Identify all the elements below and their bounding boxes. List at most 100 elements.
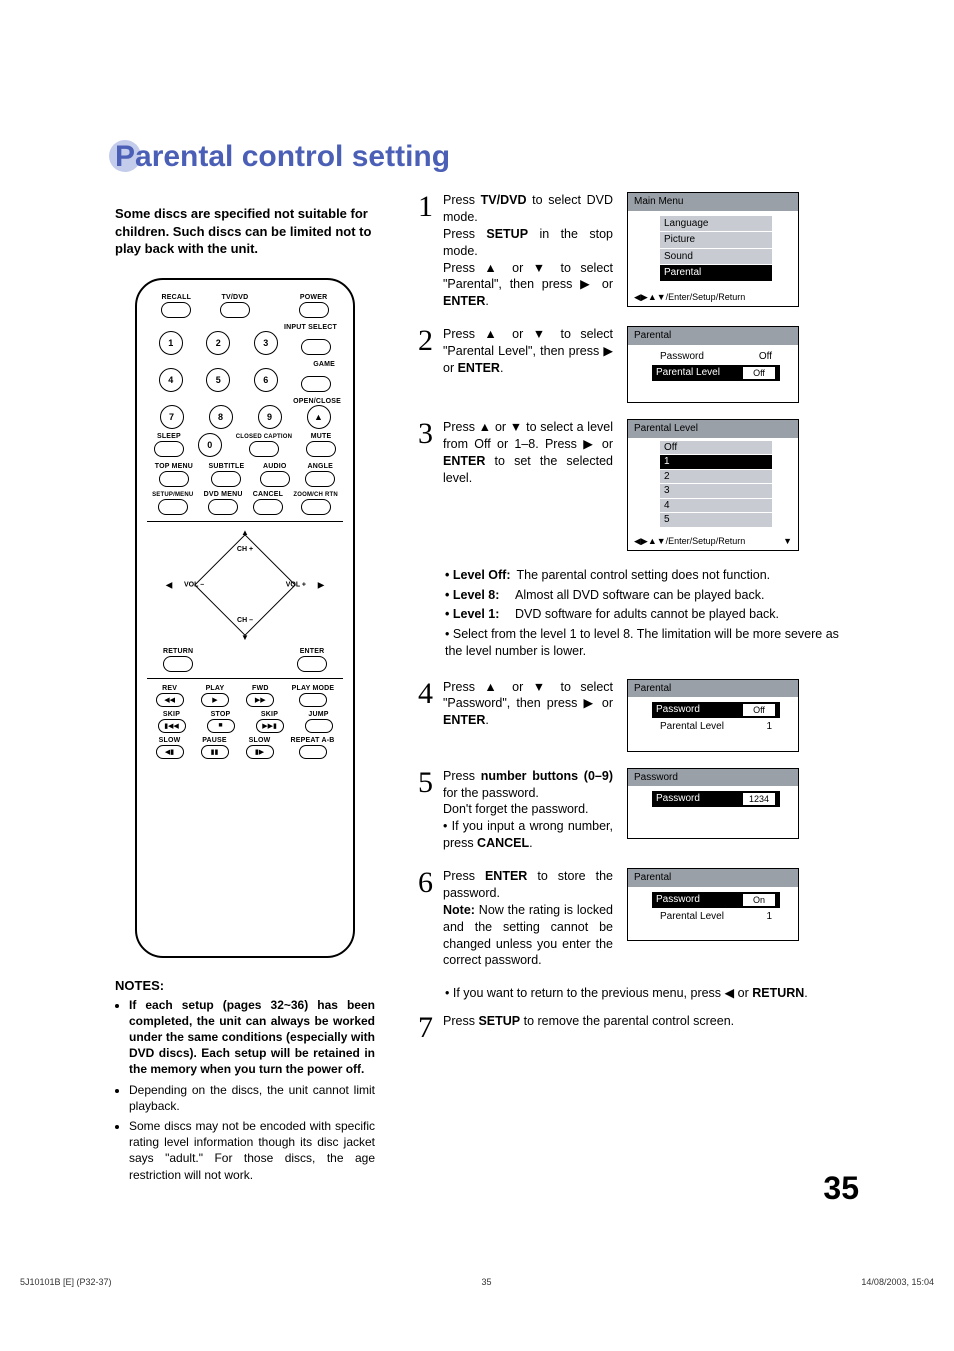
setupmenu-label: SETUP/MENU <box>152 492 193 498</box>
pause-label: PAUSE <box>202 737 227 744</box>
level-explanation: • Level Off:The parental control setting… <box>445 567 859 661</box>
osd-level-3: 3 <box>660 484 772 498</box>
step-number: 2 <box>411 326 433 403</box>
notes-section: NOTES: If each setup (pages 32~36) has b… <box>115 978 375 1183</box>
num-2-button: 2 <box>206 331 230 355</box>
playmode-button <box>299 693 327 707</box>
page-title: Parental control setting <box>115 140 859 174</box>
cancel-button <box>253 499 283 515</box>
jump-label: JUMP <box>308 711 328 718</box>
step-5-text: Press number buttons (0–9) for the passw… <box>443 768 613 852</box>
manual-page: Parental control setting Some discs are … <box>0 0 954 1247</box>
skipb-label: SKIP <box>163 711 180 718</box>
osd-title: Parental <box>628 869 798 887</box>
osd-password: Password Password1234 <box>627 768 799 840</box>
osd-title: Parental <box>628 327 798 345</box>
sleep-label: SLEEP <box>157 433 181 440</box>
power-button <box>299 302 329 318</box>
num-3-button: 3 <box>254 331 278 355</box>
osd-main-menu: Main Menu Language Picture Sound Parenta… <box>627 192 799 307</box>
num-6-button: 6 <box>254 368 278 392</box>
note-item: Some discs may not be encoded with speci… <box>129 1118 375 1183</box>
repeat-label: REPEAT A-B <box>291 737 335 744</box>
osd-title: Parental Level <box>628 420 798 438</box>
remote-control-diagram: RECALL TV/DVD POWER INPUT SELECT 1 2 3 G… <box>135 278 355 958</box>
eject-button: ▲ <box>307 405 331 429</box>
osd-title: Main Menu <box>628 193 798 211</box>
step-4-text: Press ▲ or ▼ to select "Password", then … <box>443 679 613 730</box>
num-4-button: 4 <box>159 368 183 392</box>
slowf-label: SLOW <box>249 737 271 744</box>
footer-doc-id: 5J10101B [E] (P32-37) <box>20 1277 112 1287</box>
tvdvd-label: TV/DVD <box>222 294 249 301</box>
mute-label: MUTE <box>311 433 332 440</box>
osd-parental-1: Parental PasswordOff Parental LevelOff <box>627 326 799 403</box>
skipb-button: ▮◀◀ <box>158 719 186 733</box>
osd-row-password: Password1234 <box>652 791 780 807</box>
num-0-button: 0 <box>198 433 222 457</box>
num-8-button: 8 <box>209 405 233 429</box>
stop-label: STOP <box>211 711 231 718</box>
input-select-label: INPUT SELECT <box>284 324 337 331</box>
step-number: 6 <box>411 868 433 969</box>
step-6-text: Press ENTER to store the password. Note:… <box>443 868 613 969</box>
step-1: 1 Press TV/DVD to select DVD mode. Press… <box>411 192 859 310</box>
recall-label: RECALL <box>162 294 192 301</box>
jump-button <box>305 719 333 733</box>
enter-label: ENTER <box>300 648 325 655</box>
game-button <box>301 376 331 392</box>
subtitle-button <box>211 471 241 487</box>
vol-up-label: VOL + <box>286 581 306 588</box>
osd-hint: ◀▶▲▼/Enter/Setup/Return <box>628 288 798 306</box>
dpad: ▲ CH + ▼ CH – ◀ VOL – ▶ VOL + <box>180 530 310 640</box>
osd-level-off: Off <box>660 441 772 455</box>
pause-button: ▮▮ <box>201 745 229 759</box>
skipf-button: ▶▶▮ <box>256 719 284 733</box>
num-7-button: 7 <box>160 405 184 429</box>
notes-heading: NOTES: <box>115 978 375 993</box>
power-label: POWER <box>300 294 327 301</box>
setupmenu-button <box>158 499 188 515</box>
tvdvd-button <box>220 302 250 318</box>
osd-row-password: PasswordOff <box>634 349 792 365</box>
osd-item-sound: Sound <box>660 249 772 265</box>
step-3: 3 Press ▲ or ▼ to select a level from Of… <box>411 419 859 551</box>
cc-button <box>249 441 279 457</box>
return-label: RETURN <box>163 648 193 655</box>
step-6-note: • If you want to return to the previous … <box>445 985 859 1003</box>
rev-label: REV <box>162 685 177 692</box>
zoom-button <box>301 499 331 515</box>
step-number: 7 <box>411 1013 433 1043</box>
osd-item-language: Language <box>660 216 772 232</box>
down-arrow-icon: ▼ <box>241 633 249 642</box>
footer-timestamp: 14/08/2003, 15:04 <box>861 1277 934 1287</box>
left-arrow-icon: ◀ <box>166 580 172 589</box>
num-1-button: 1 <box>159 331 183 355</box>
step-2-text: Press ▲ or ▼ to select "Parental Level",… <box>443 326 613 377</box>
enter-button <box>297 656 327 672</box>
osd-row-parental-level: Parental Level1 <box>634 909 792 925</box>
osd-parental-2: Parental PasswordOff Parental Level1 <box>627 679 799 752</box>
sleep-button <box>154 441 184 457</box>
osd-row-password: PasswordOff <box>652 702 780 718</box>
step-6: 6 Press ENTER to store the password. Not… <box>411 868 859 969</box>
num-5-button: 5 <box>206 368 230 392</box>
topmenu-button <box>159 471 189 487</box>
recall-button <box>161 302 191 318</box>
slowb-button: ◀▮ <box>156 745 184 759</box>
osd-title: Password <box>628 769 798 787</box>
play-label: PLAY <box>206 685 225 692</box>
footer: 5J10101B [E] (P32-37) 35 14/08/2003, 15:… <box>0 1277 954 1297</box>
step-number: 1 <box>411 192 433 310</box>
zoom-label: ZOOM/CH RTN <box>293 492 338 498</box>
step-number: 3 <box>411 419 433 551</box>
step-3-text: Press ▲ or ▼ to select a level from Off … <box>443 419 613 487</box>
slowb-label: SLOW <box>159 737 181 744</box>
topmenu-label: TOP MENU <box>155 463 193 470</box>
step-5: 5 Press number buttons (0–9) for the pas… <box>411 768 859 852</box>
osd-level-2: 2 <box>660 470 772 484</box>
osd-level-5: 5 <box>660 513 772 527</box>
left-column: Some discs are specified not suitable fo… <box>115 192 375 1187</box>
dvdmenu-button <box>208 499 238 515</box>
osd-title: Parental <box>628 680 798 698</box>
